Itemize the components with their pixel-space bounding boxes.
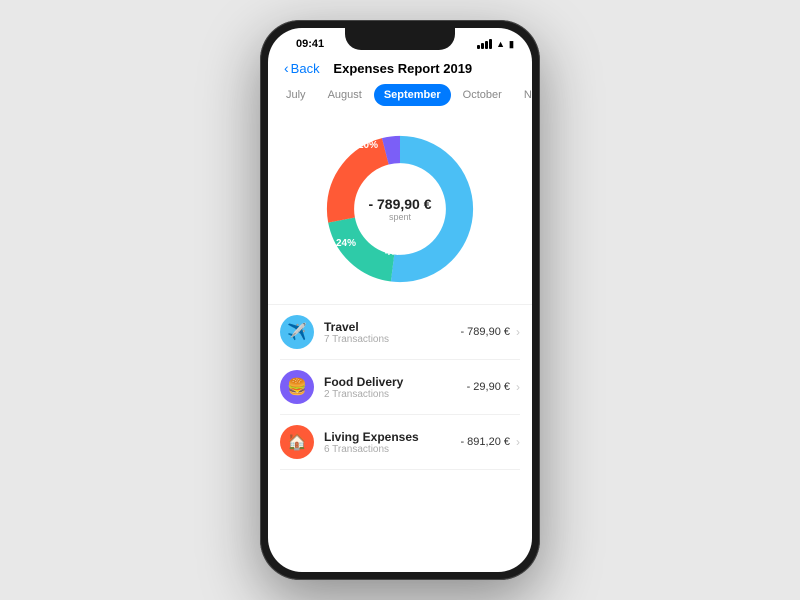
food-delivery-chevron-icon: › bbox=[516, 380, 520, 394]
tab-august[interactable]: August bbox=[318, 84, 372, 106]
label-travel: 52% bbox=[462, 164, 482, 175]
travel-amount: - 789,90 € bbox=[460, 326, 510, 338]
battery-icon: ▮ bbox=[509, 39, 514, 50]
living-name: Living Expenses bbox=[324, 430, 460, 444]
label-food: 20% bbox=[358, 140, 378, 151]
food-delivery-subtitle: 2 Transactions bbox=[324, 389, 467, 400]
travel-info: Travel 7 Transactions bbox=[324, 320, 460, 345]
month-tabs: July August September October Nov bbox=[268, 84, 532, 106]
living-chevron-icon: › bbox=[516, 435, 520, 449]
page-title: Expenses Report 2019 bbox=[290, 61, 516, 76]
food-delivery-info: Food Delivery 2 Transactions bbox=[324, 375, 467, 400]
phone-frame: 09:41 ▲ ▮ ‹ Back Expenses Report 2019 bbox=[260, 20, 540, 580]
phone-screen: 09:41 ▲ ▮ ‹ Back Expenses Report 2019 bbox=[268, 28, 532, 572]
travel-icon: ✈️ bbox=[280, 315, 314, 349]
donut-label: spent bbox=[368, 212, 431, 222]
phone-notch bbox=[345, 28, 455, 50]
tab-september[interactable]: September bbox=[374, 84, 451, 106]
signal-icon bbox=[477, 39, 492, 49]
status-icons: ▲ ▮ bbox=[477, 39, 514, 50]
status-time: 09:41 bbox=[296, 38, 324, 50]
label-other: 4% bbox=[385, 247, 399, 258]
living-expenses-icon: 🏠 bbox=[280, 425, 314, 459]
transaction-item-food-delivery[interactable]: 🍔 Food Delivery 2 Transactions - 29,90 €… bbox=[280, 360, 520, 415]
wifi-icon: ▲ bbox=[496, 39, 505, 49]
tab-july[interactable]: July bbox=[276, 84, 316, 106]
tab-november[interactable]: Nov bbox=[514, 84, 532, 106]
travel-chevron-icon: › bbox=[516, 325, 520, 339]
chart-area: - 789,90 € spent 52% 20% 24% 4% bbox=[268, 114, 532, 304]
transaction-item-living[interactable]: 🏠 Living Expenses 6 Transactions - 891,2… bbox=[280, 415, 520, 470]
travel-name: Travel bbox=[324, 320, 460, 334]
back-chevron-icon: ‹ bbox=[284, 60, 289, 76]
label-living: 24% bbox=[336, 238, 356, 249]
header: ‹ Back Expenses Report 2019 bbox=[268, 56, 532, 84]
travel-subtitle: 7 Transactions bbox=[324, 334, 460, 345]
living-amount: - 891,20 € bbox=[460, 436, 510, 448]
donut-amount: - 789,90 € bbox=[368, 196, 431, 212]
tab-october[interactable]: October bbox=[453, 84, 512, 106]
donut-center: - 789,90 € spent bbox=[368, 196, 431, 222]
living-subtitle: 6 Transactions bbox=[324, 444, 460, 455]
food-delivery-icon: 🍔 bbox=[280, 370, 314, 404]
food-delivery-amount: - 29,90 € bbox=[467, 381, 510, 393]
living-info: Living Expenses 6 Transactions bbox=[324, 430, 460, 455]
transaction-list: ✈️ Travel 7 Transactions - 789,90 € › 🍔 … bbox=[268, 304, 532, 470]
food-delivery-name: Food Delivery bbox=[324, 375, 467, 389]
donut-chart: - 789,90 € spent bbox=[315, 124, 485, 294]
transaction-item-travel[interactable]: ✈️ Travel 7 Transactions - 789,90 € › bbox=[280, 305, 520, 360]
